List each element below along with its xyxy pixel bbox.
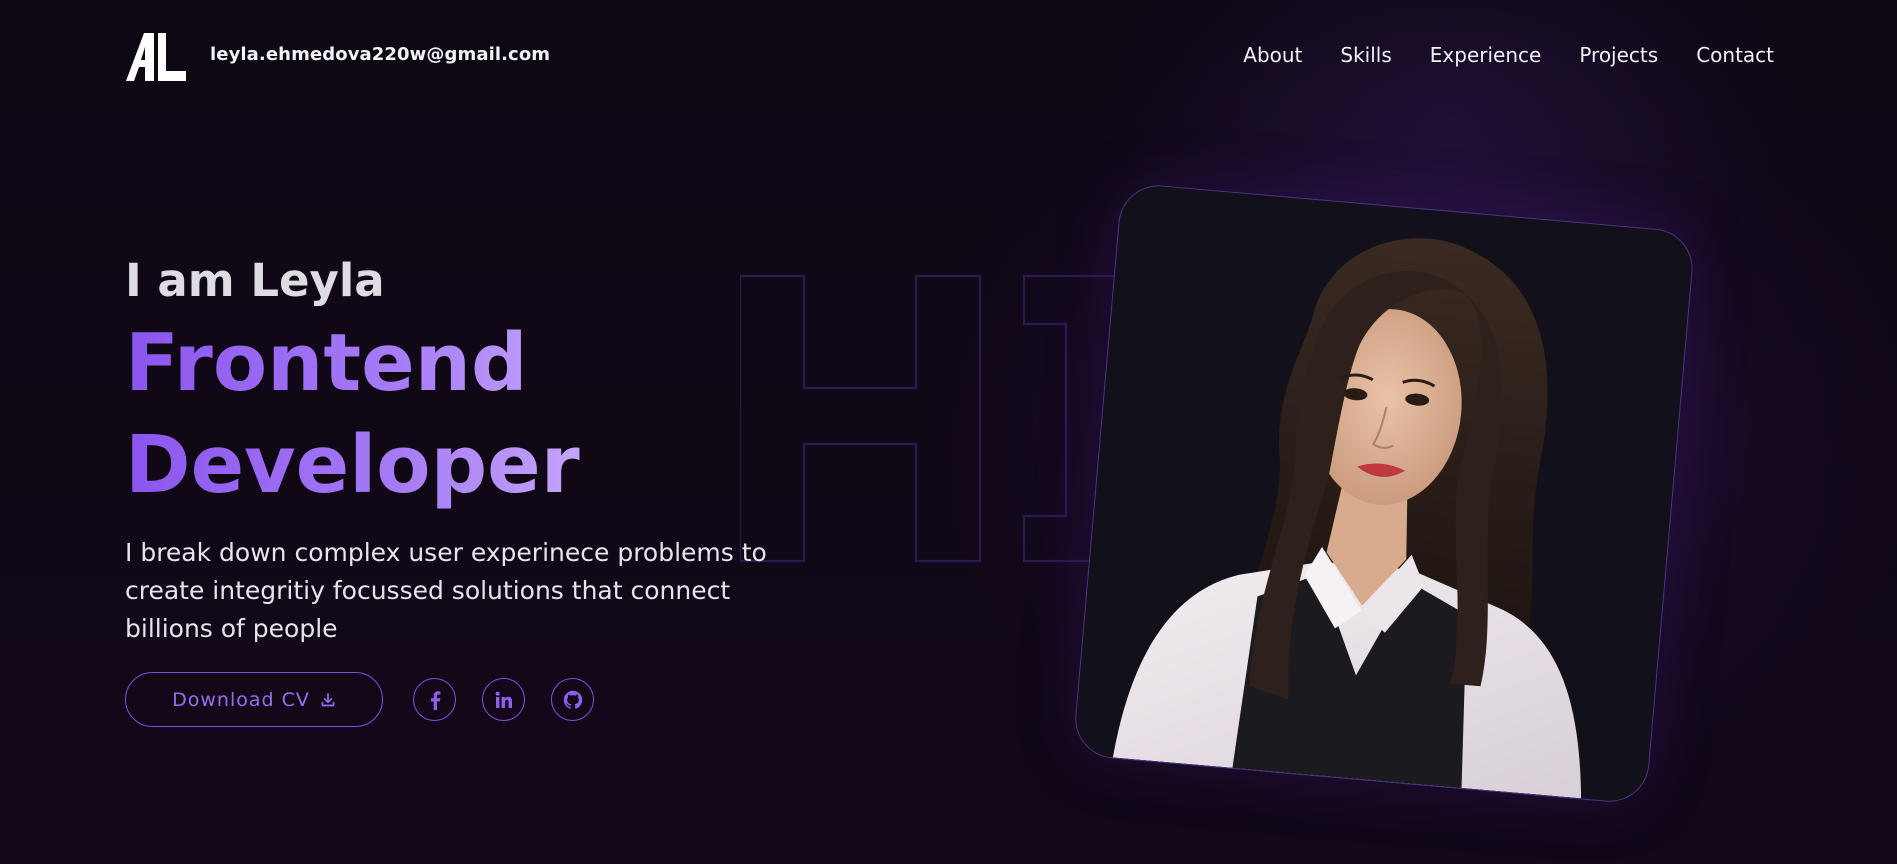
nav-about[interactable]: About bbox=[1243, 43, 1302, 67]
linkedin-icon bbox=[495, 691, 512, 708]
hero-description: I break down complex user experinece pro… bbox=[125, 538, 767, 643]
main-nav: About Skills Experience Projects Contact bbox=[1243, 43, 1774, 67]
nav-experience[interactable]: Experience bbox=[1430, 43, 1542, 67]
github-icon bbox=[563, 690, 582, 709]
download-cv-button[interactable]: Download CV bbox=[125, 672, 383, 727]
nav-projects[interactable]: Projects bbox=[1579, 43, 1658, 67]
background-hi-text bbox=[740, 268, 1120, 618]
nav-contact[interactable]: Contact bbox=[1696, 43, 1774, 67]
role-title: Frontend Developer bbox=[125, 312, 585, 516]
logo[interactable] bbox=[126, 33, 186, 81]
facebook-icon bbox=[430, 690, 440, 710]
greeting: I am Leyla bbox=[125, 254, 385, 307]
portrait-card bbox=[1071, 182, 1696, 806]
facebook-button[interactable] bbox=[413, 678, 456, 721]
site-header: leyla.ehmedova220w@gmail.com About Skill… bbox=[0, 0, 1897, 112]
nav-skills[interactable]: Skills bbox=[1340, 43, 1391, 67]
github-button[interactable] bbox=[551, 678, 594, 721]
email-link[interactable]: leyla.ehmedova220w@gmail.com bbox=[210, 44, 550, 65]
hero-actions: Download CV bbox=[125, 672, 594, 727]
logo-mark-icon bbox=[126, 33, 186, 81]
linkedin-button[interactable] bbox=[482, 678, 525, 721]
portrait-photo bbox=[1112, 238, 1582, 799]
download-cv-label: Download CV bbox=[172, 688, 310, 711]
portrait-frame bbox=[1071, 182, 1696, 806]
download-icon bbox=[321, 692, 335, 706]
hero-section: I am Leyla Frontend Developer I break do… bbox=[125, 250, 785, 648]
